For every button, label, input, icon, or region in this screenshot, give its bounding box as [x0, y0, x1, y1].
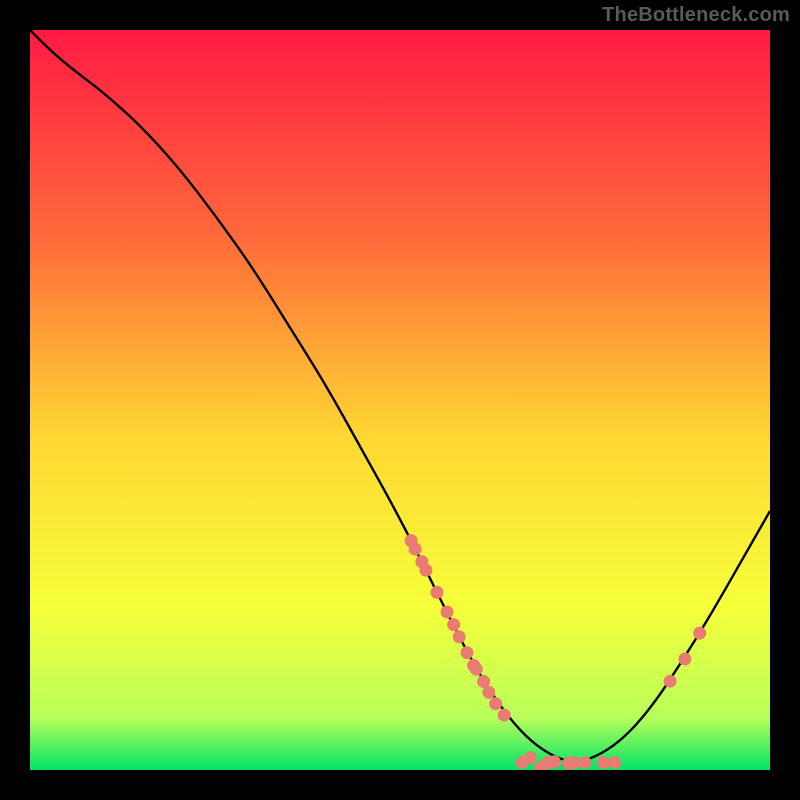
data-dot — [460, 646, 473, 659]
data-dot — [498, 709, 511, 722]
data-dot — [409, 543, 422, 556]
data-dot — [431, 586, 444, 599]
data-dot — [441, 605, 454, 618]
attribution-label: TheBottleneck.com — [602, 4, 790, 27]
data-dot — [597, 756, 610, 769]
data-dot — [579, 756, 592, 769]
data-dot — [419, 564, 432, 577]
plot-area — [30, 30, 770, 770]
data-dot — [524, 751, 537, 764]
data-dot — [453, 630, 466, 643]
data-dot — [664, 675, 677, 688]
gradient-background — [30, 30, 770, 770]
data-dot — [608, 756, 621, 769]
bottleneck-chart — [30, 30, 770, 770]
data-dot — [693, 627, 706, 640]
data-dot — [489, 697, 502, 710]
chart-container: TheBottleneck.com — [0, 0, 800, 800]
data-dot — [548, 755, 561, 768]
data-dot — [482, 686, 495, 699]
data-dot — [470, 663, 483, 676]
data-dot — [567, 756, 580, 769]
data-dot — [678, 653, 691, 666]
data-dot — [447, 618, 460, 631]
